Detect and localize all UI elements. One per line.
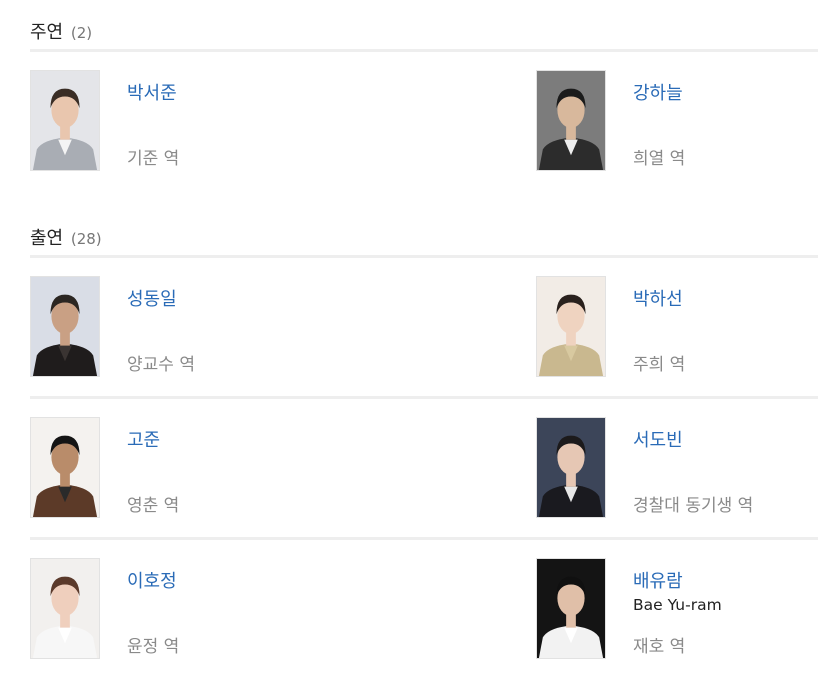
cast-card: 서도빈 경찰대 동기생 역: [536, 417, 818, 518]
portrait-illustration: [537, 277, 605, 376]
actor-name-link[interactable]: 박서준: [127, 79, 177, 105]
role-text: 기준 역: [127, 149, 180, 169]
portrait-illustration: [31, 71, 99, 170]
section-title-leads: 주연 (2): [30, 18, 92, 44]
row-divider: [30, 537, 818, 540]
section-count: (2): [70, 24, 93, 42]
portrait-illustration: [537, 71, 605, 170]
row-divider: [30, 396, 818, 399]
portrait-illustration: [31, 277, 99, 376]
role-text: 경찰대 동기생 역: [633, 496, 754, 516]
actor-english-name: Bae Yu-ram: [633, 596, 722, 614]
role-text: 주희 역: [633, 355, 686, 375]
cast-card: 강하늘 희열 역: [536, 70, 818, 171]
actor-name-link[interactable]: 배유람: [633, 567, 683, 593]
section-title-supporting: 출연 (28): [30, 224, 102, 250]
portrait-illustration: [31, 418, 99, 517]
portrait-illustration: [31, 559, 99, 658]
actor-photo[interactable]: [536, 70, 606, 171]
actor-name-link[interactable]: 서도빈: [633, 426, 683, 452]
section-divider: [30, 255, 818, 258]
actor-photo[interactable]: [536, 276, 606, 377]
actor-photo[interactable]: [536, 558, 606, 659]
actor-photo[interactable]: [30, 276, 100, 377]
portrait-illustration: [537, 559, 605, 658]
actor-photo[interactable]: [30, 558, 100, 659]
section-title-text: 주연: [30, 22, 64, 43]
actor-photo[interactable]: [536, 417, 606, 518]
actor-name-link[interactable]: 강하늘: [633, 79, 683, 105]
portrait-illustration: [537, 418, 605, 517]
actor-name-link[interactable]: 고준: [127, 426, 160, 452]
section-title-text: 출연: [30, 228, 64, 249]
cast-card: 이호정 윤정 역: [30, 558, 320, 659]
actor-photo[interactable]: [30, 70, 100, 171]
actor-name-link[interactable]: 이호정: [127, 567, 177, 593]
actor-name-link[interactable]: 박하선: [633, 285, 683, 311]
role-text: 재호 역: [633, 637, 686, 657]
section-count: (28): [70, 230, 102, 248]
actor-name-link[interactable]: 성동일: [127, 285, 177, 311]
cast-card: 성동일 양교수 역: [30, 276, 320, 377]
cast-card: 배유람 Bae Yu-ram 재호 역: [536, 558, 818, 659]
section-divider: [30, 49, 818, 52]
actor-photo[interactable]: [30, 417, 100, 518]
cast-card: 박하선 주희 역: [536, 276, 818, 377]
cast-card: 고준 영춘 역: [30, 417, 320, 518]
role-text: 희열 역: [633, 149, 686, 169]
role-text: 윤정 역: [127, 637, 180, 657]
role-text: 양교수 역: [127, 355, 195, 375]
cast-card: 박서준 기준 역: [30, 70, 320, 171]
role-text: 영춘 역: [127, 496, 180, 516]
